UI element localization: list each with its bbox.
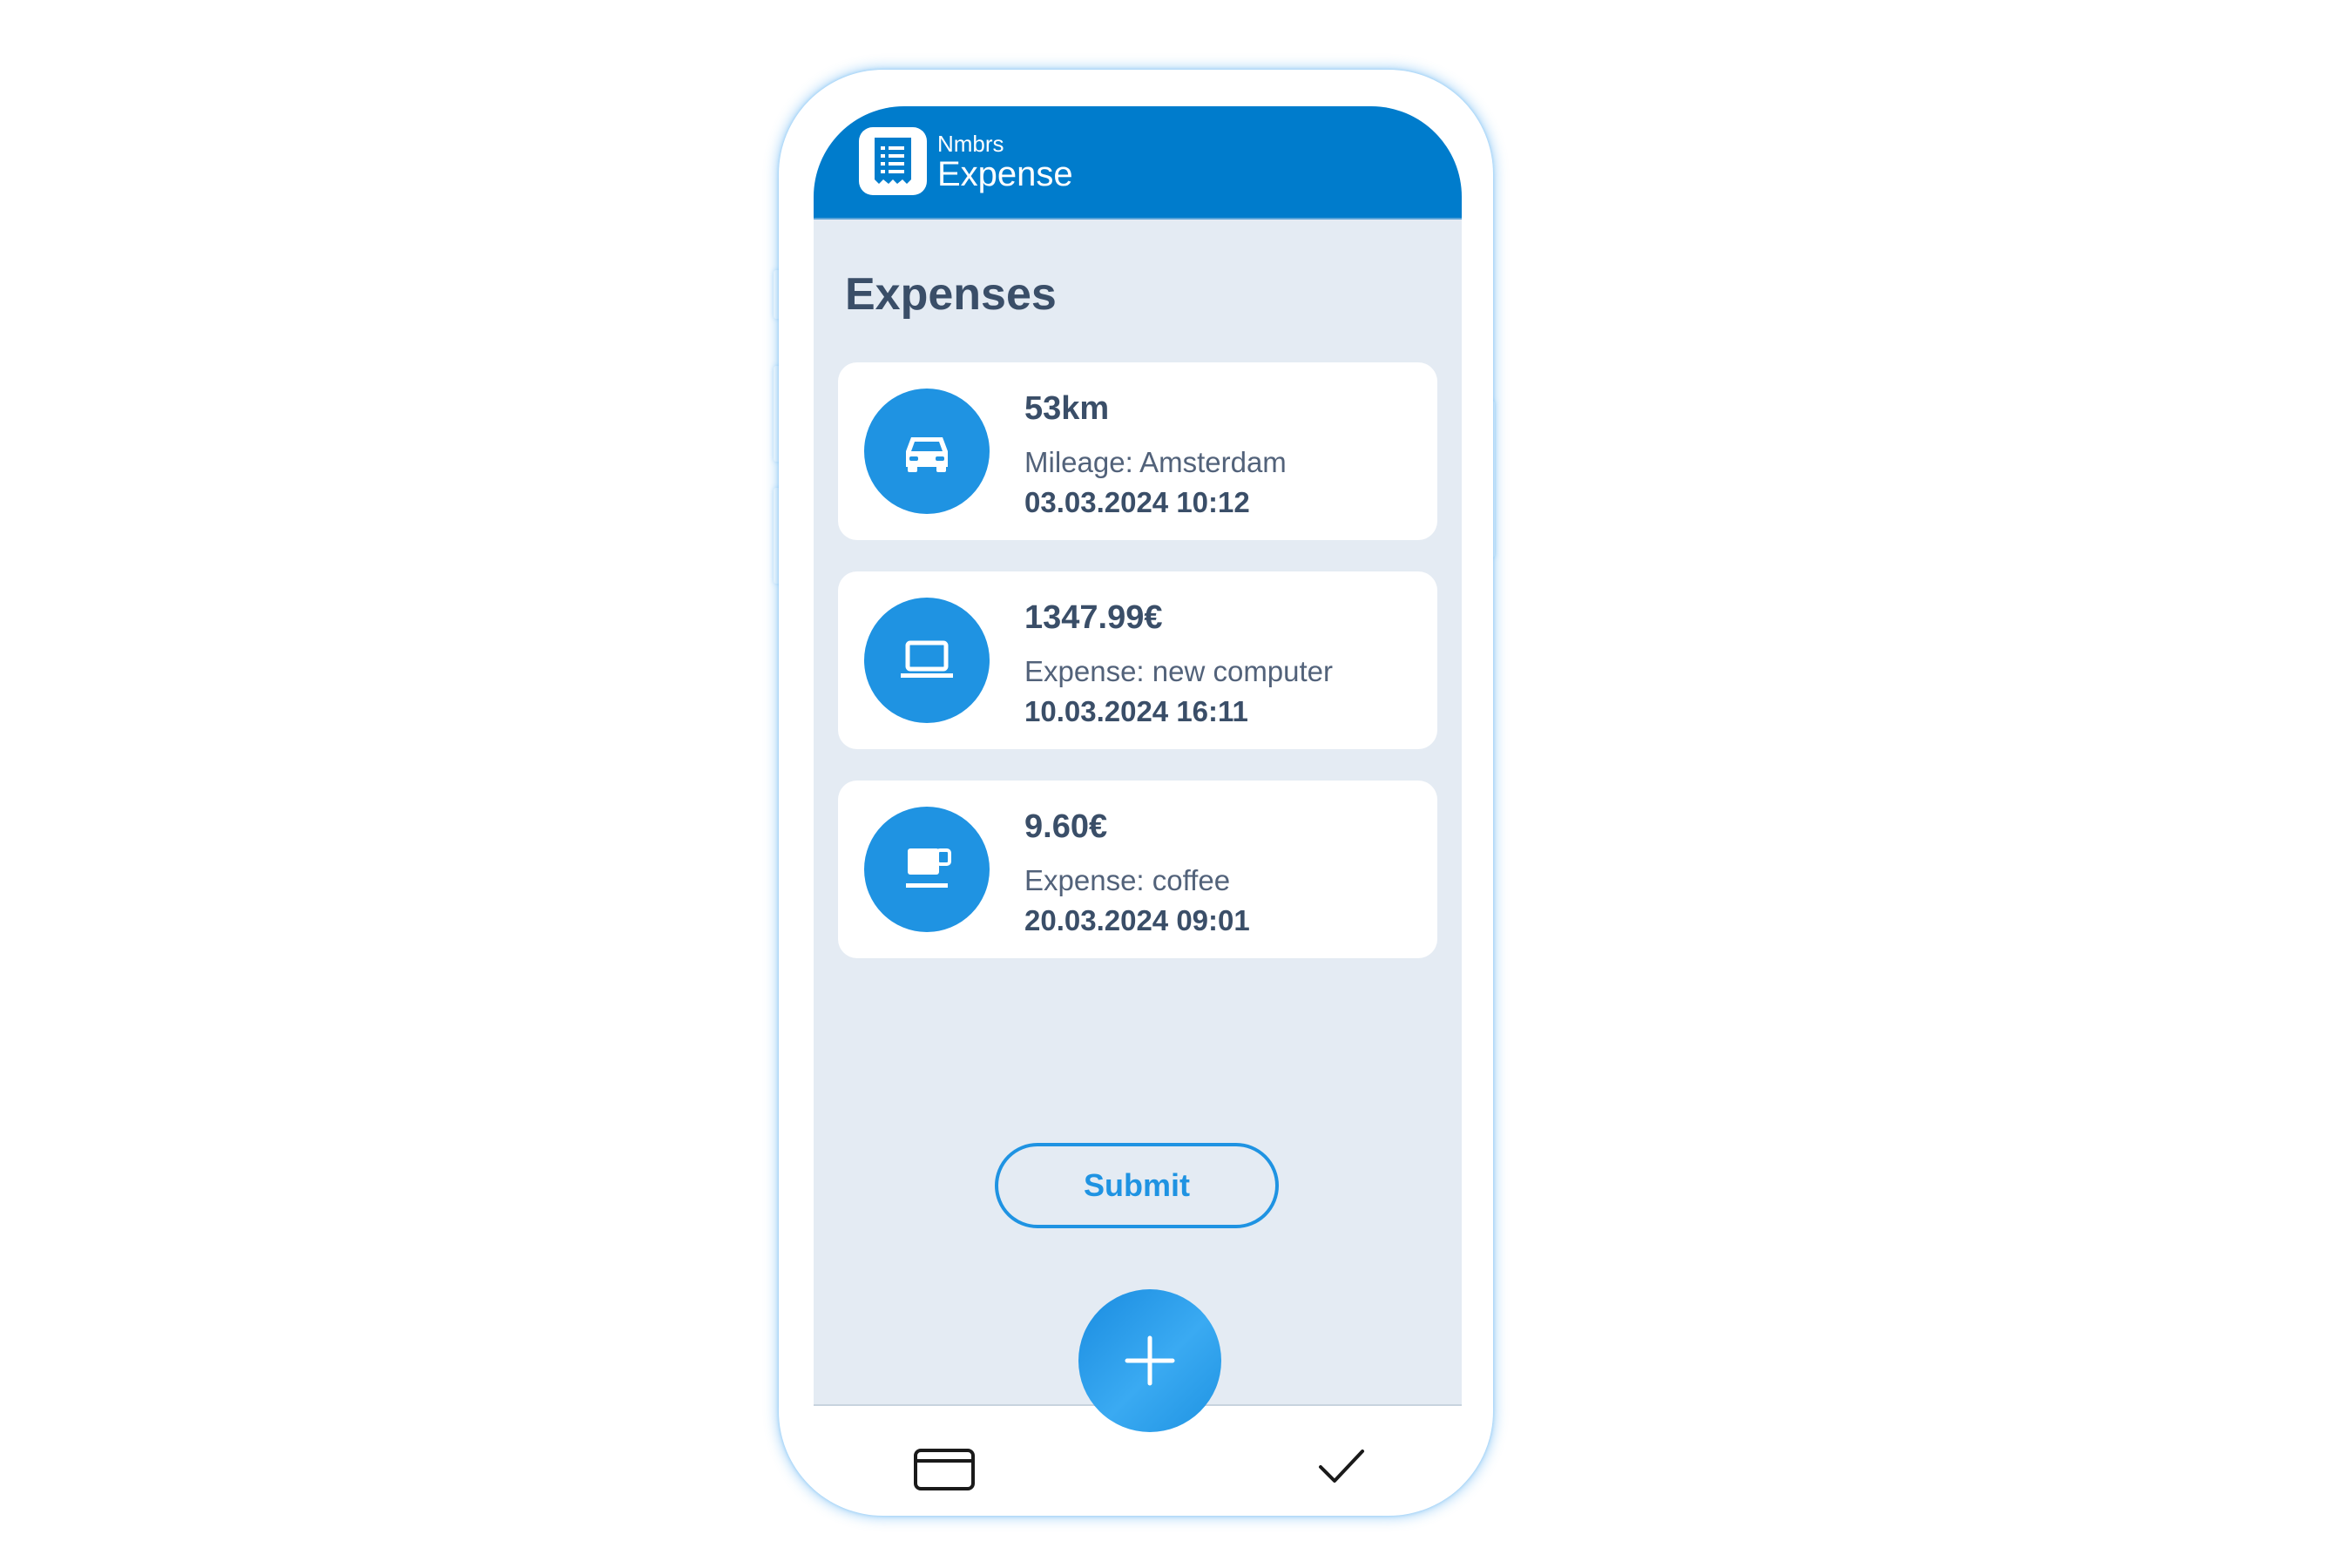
coffee-cup-icon xyxy=(864,807,990,932)
submit-button[interactable]: Submit xyxy=(995,1143,1279,1228)
expense-date: 20.03.2024 09:01 xyxy=(1024,904,1250,936)
expense-amount: 1347.99€ xyxy=(1024,599,1163,636)
car-icon xyxy=(864,389,990,514)
add-expense-button[interactable] xyxy=(1078,1289,1221,1432)
expense-description: Expense: new computer xyxy=(1024,655,1334,687)
plus-icon xyxy=(1125,1335,1175,1386)
expense-description: Mileage: Amsterdam xyxy=(1024,446,1287,478)
expense-description: Expense: coffee xyxy=(1024,864,1231,896)
credit-card-icon[interactable] xyxy=(913,1448,976,1496)
expense-card[interactable]: 1347.99€ Expense: new computer 10.03.202… xyxy=(838,571,1437,749)
expense-card[interactable]: 9.60€ Expense: coffee 20.03.2024 09:01 xyxy=(838,781,1437,958)
app-header: Nmbrs Expense xyxy=(814,106,1462,220)
checkmark-icon-graphic xyxy=(1319,1450,1364,1483)
checkmark-icon[interactable] xyxy=(1317,1446,1366,1490)
receipt-icon[interactable] xyxy=(859,127,927,195)
receipt-icon-graphic xyxy=(875,138,911,184)
expense-list: 53km Mileage: Amsterdam 03.03.2024 10:12… xyxy=(838,362,1437,990)
brand-name-large: Expense xyxy=(937,155,1073,193)
laptop-icon-graphic xyxy=(901,640,953,678)
expense-date: 10.03.2024 16:11 xyxy=(1024,695,1248,727)
brand-name-small: Nmbrs xyxy=(937,131,1004,157)
app-screen: Nmbrs Expense Expenses 53km Mileage: Ams… xyxy=(814,106,1462,1404)
car-icon-graphic xyxy=(906,437,948,472)
expense-amount: 9.60€ xyxy=(1024,808,1108,845)
coffee-cup-icon-graphic xyxy=(906,848,951,888)
laptop-icon xyxy=(864,598,990,723)
stage: Nmbrs Expense Expenses 53km Mileage: Ams… xyxy=(0,0,2352,1568)
credit-card-icon-graphic xyxy=(914,1449,975,1490)
expense-date: 03.03.2024 10:12 xyxy=(1024,486,1250,518)
expense-card[interactable]: 53km Mileage: Amsterdam 03.03.2024 10:12 xyxy=(838,362,1437,540)
page-title: Expenses xyxy=(845,269,1057,320)
expense-amount: 53km xyxy=(1024,390,1110,427)
